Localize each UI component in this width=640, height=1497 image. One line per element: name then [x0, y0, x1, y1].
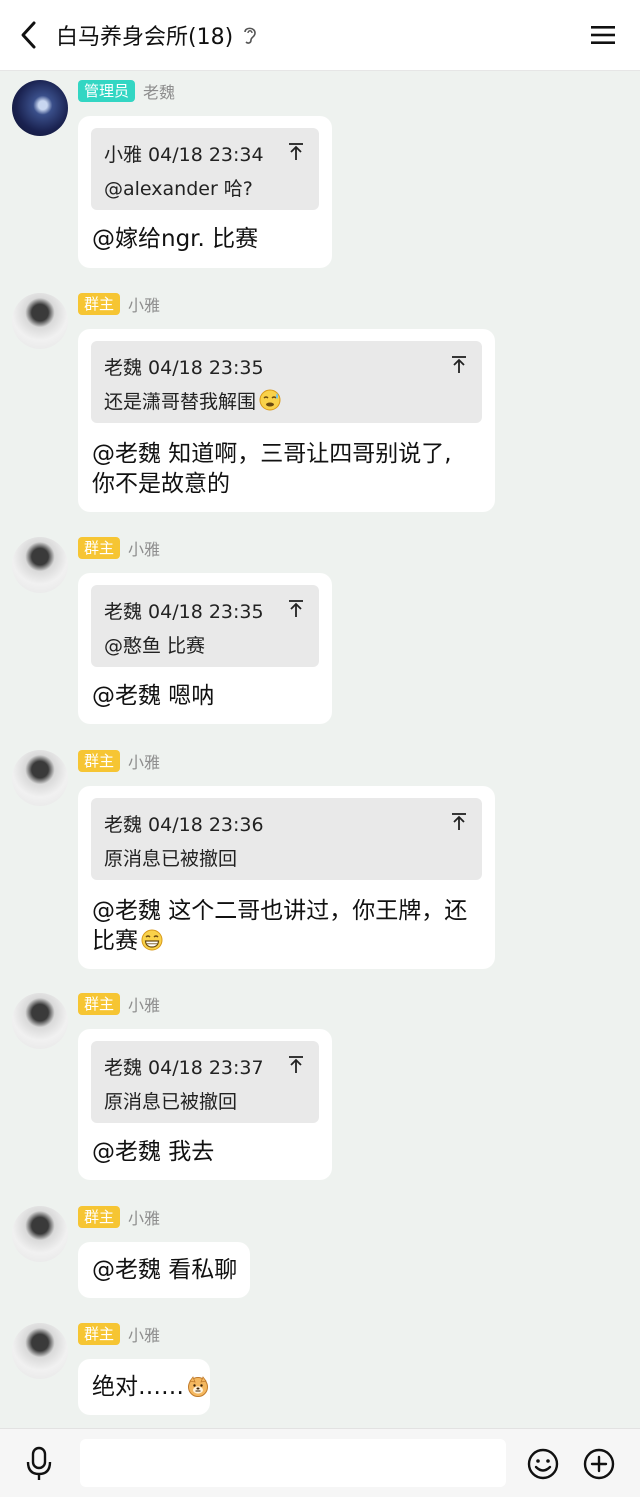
- message-meta: 群主 小雅: [78, 1206, 160, 1228]
- quoted-message[interactable]: 小雅 04/18 23:34 @alexander 哈?: [91, 128, 319, 210]
- role-badge: 群主: [78, 293, 121, 315]
- message-bubble[interactable]: 老魏 04/18 23:36 原消息已被撤回 @老魏 这个二哥也讲过，你王牌，还…: [78, 786, 495, 969]
- message-text: 绝对……: [92, 1372, 210, 1402]
- quote-text-content: 还是潇哥替我解围: [104, 391, 257, 413]
- arrow-to-top-icon[interactable]: [287, 599, 305, 619]
- message-line: 绝对……: [92, 1374, 184, 1400]
- menu-icon: [591, 26, 615, 44]
- avatar[interactable]: [12, 537, 68, 593]
- role-badge: 群主: [78, 537, 121, 559]
- smiley-icon: [527, 1448, 559, 1480]
- message-line: @老魏 这个二哥也讲过，你王牌，还: [92, 898, 468, 924]
- menu-button[interactable]: [588, 20, 618, 50]
- ear-icon[interactable]: [241, 24, 263, 46]
- message-bubble[interactable]: 绝对……: [78, 1359, 210, 1415]
- arrow-to-top-icon[interactable]: [450, 812, 468, 832]
- message-line-with-emoji: 比赛: [92, 926, 467, 956]
- chevron-left-icon: [21, 21, 36, 49]
- message-line: @老魏 嗯呐: [92, 683, 215, 709]
- message-bubble[interactable]: 老魏 04/18 23:37 原消息已被撤回 @老魏 我去: [78, 1029, 332, 1180]
- chat-title: 白马养身会所(18): [56, 25, 234, 50]
- quote-text: @alexander 哈?: [104, 178, 253, 200]
- message-text: @老魏 嗯呐: [92, 681, 214, 711]
- arrow-to-top-icon[interactable]: [450, 355, 468, 375]
- grinning-face-emoji-icon: [141, 929, 163, 951]
- quoted-message[interactable]: 老魏 04/18 23:35 @憨鱼 比赛: [91, 585, 319, 667]
- plus-circle-icon: [583, 1448, 615, 1480]
- sender-name[interactable]: 小雅: [128, 749, 160, 773]
- role-badge: 群主: [78, 993, 121, 1015]
- avatar[interactable]: [12, 993, 68, 1049]
- message-text: @老魏 知道啊，三哥让四哥别说了, 你不是故意的: [92, 439, 452, 499]
- arrow-to-top-icon[interactable]: [287, 1055, 305, 1075]
- role-badge: 群主: [78, 1206, 121, 1228]
- message-line: @老魏 知道啊，三哥让四哥别说了,: [92, 441, 452, 467]
- quoted-message[interactable]: 老魏 04/18 23:36 原消息已被撤回: [91, 798, 482, 880]
- quote-header: 老魏 04/18 23:35: [104, 357, 264, 379]
- message-line: @老魏 我去: [92, 1139, 215, 1165]
- message-line: 比赛: [92, 928, 138, 954]
- role-badge: 群主: [78, 750, 121, 772]
- quoted-message[interactable]: 老魏 04/18 23:35 还是潇哥替我解围: [91, 341, 482, 423]
- message-meta: 群主 小雅: [78, 1323, 160, 1345]
- message-bubble[interactable]: 小雅 04/18 23:34 @alexander 哈? @嫁给ngr. 比赛: [78, 116, 332, 268]
- quote-header: 老魏 04/18 23:36: [104, 814, 264, 836]
- role-badge: 群主: [78, 1323, 121, 1345]
- message-meta: 群主 小雅: [78, 750, 160, 772]
- quote-header: 老魏 04/18 23:37: [104, 1057, 264, 1079]
- message-line: @嫁给ngr. 比赛: [92, 226, 259, 252]
- chat-header: 白马养身会所(18): [0, 0, 640, 71]
- sender-name[interactable]: 小雅: [128, 536, 160, 560]
- emoji-button[interactable]: [526, 1447, 560, 1481]
- role-badge: 管理员: [78, 80, 136, 102]
- sender-name[interactable]: 老魏: [143, 79, 175, 103]
- message-line: @老魏 看私聊: [92, 1257, 238, 1283]
- sweating-face-emoji-icon: [259, 389, 281, 411]
- sender-name[interactable]: 小雅: [128, 1205, 160, 1229]
- quote-text: 原消息已被撤回: [104, 848, 238, 870]
- avatar[interactable]: [12, 80, 68, 136]
- message-text: @老魏 我去: [92, 1137, 214, 1167]
- sender-name[interactable]: 小雅: [128, 992, 160, 1016]
- voice-button[interactable]: [22, 1445, 56, 1483]
- avatar[interactable]: [12, 1323, 68, 1379]
- dog-face-emoji-icon: [188, 1376, 208, 1397]
- message-bubble[interactable]: 老魏 04/18 23:35 还是潇哥替我解围 @老魏 知道啊，三哥让四哥别说了…: [78, 329, 495, 512]
- message-bubble[interactable]: @老魏 看私聊: [78, 1242, 250, 1298]
- quote-header: 老魏 04/18 23:35: [104, 601, 264, 623]
- avatar[interactable]: [12, 1206, 68, 1262]
- message-meta: 群主 小雅: [78, 993, 160, 1015]
- message-text: @老魏 看私聊: [92, 1255, 237, 1285]
- quoted-message[interactable]: 老魏 04/18 23:37 原消息已被撤回: [91, 1041, 319, 1123]
- quote-text: 还是潇哥替我解围: [104, 387, 282, 414]
- arrow-to-top-icon[interactable]: [287, 142, 305, 162]
- message-bubble[interactable]: 老魏 04/18 23:35 @憨鱼 比赛 @老魏 嗯呐: [78, 573, 332, 724]
- microphone-icon: [26, 1446, 52, 1480]
- sender-name[interactable]: 小雅: [128, 1322, 160, 1346]
- quote-text: @憨鱼 比赛: [104, 635, 206, 657]
- quote-header: 小雅 04/18 23:34: [104, 144, 264, 166]
- message-text: @老魏 这个二哥也讲过，你王牌，还 比赛: [92, 896, 467, 956]
- quote-text: 原消息已被撤回: [104, 1091, 238, 1113]
- sender-name[interactable]: 小雅: [128, 292, 160, 316]
- message-input[interactable]: [80, 1439, 506, 1487]
- message-meta: 群主 小雅: [78, 537, 160, 559]
- message-line: 你不是故意的: [92, 471, 230, 497]
- message-meta: 群主 小雅: [78, 293, 160, 315]
- message-text: @嫁给ngr. 比赛: [92, 224, 258, 254]
- back-button[interactable]: [6, 0, 52, 70]
- avatar[interactable]: [12, 293, 68, 349]
- avatar[interactable]: [12, 750, 68, 806]
- message-meta: 管理员 老魏: [78, 80, 175, 102]
- input-bar: [0, 1428, 640, 1497]
- more-button[interactable]: [582, 1447, 616, 1481]
